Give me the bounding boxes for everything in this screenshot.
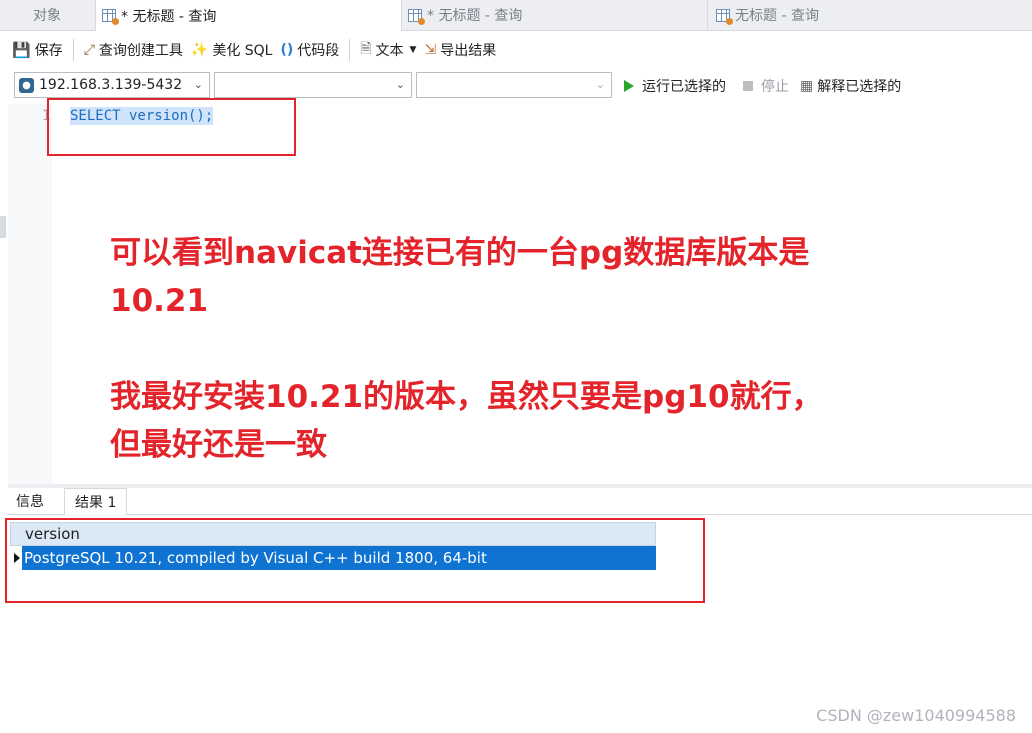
export-result-button[interactable]: ⇲ 导出结果 — [420, 35, 500, 65]
toolbar-divider — [72, 39, 74, 61]
annotation-line4: 但最好还是一致 — [110, 427, 327, 463]
save-button[interactable]: 💾 保存 — [8, 35, 67, 65]
highlight-box-result — [5, 518, 705, 603]
tab-objects[interactable]: 对象 — [0, 0, 94, 30]
run-selected-button[interactable]: 运行已选择的 — [624, 76, 726, 96]
run-selected-label: 运行已选择的 — [642, 79, 726, 95]
query-tab-icon — [716, 8, 733, 25]
beautify-sql-button[interactable]: ✨ 美化 SQL — [187, 35, 277, 65]
stop-label: 停止 — [761, 79, 789, 95]
tab-info[interactable]: 信息 — [16, 488, 44, 514]
tab-query-label: * 无标题 - 查询 — [121, 8, 217, 25]
tab-query-2[interactable]: * 无标题 - 查询 — [402, 0, 708, 30]
explain-selected-label: 解释已选择的 — [817, 79, 902, 95]
chevron-down-icon: ⌄ — [595, 78, 605, 91]
query-builder-label: 查询创建工具 — [98, 43, 183, 59]
text-button[interactable]: 🗎 文本 ▼ — [356, 35, 420, 65]
annotation-line3: 我最好安装10.21的版本，虽然只要是pg10就行， — [110, 379, 823, 415]
parentheses-icon: () — [280, 42, 294, 58]
main-toolbar: 💾 保存 ⤢ 查询创建工具 ✨ 美化 SQL () 代码段 🗎 文本 ▼ ⇲ 导… — [0, 31, 1032, 69]
chevron-down-icon: ⌄ — [193, 78, 203, 91]
stop-icon — [743, 81, 753, 91]
toolbar-divider — [349, 39, 351, 61]
query-tab-icon — [102, 9, 119, 25]
save-icon: 💾 — [12, 41, 31, 59]
export-result-label: 导出结果 — [440, 43, 497, 59]
watermark: CSDN @zew1040994588 — [816, 706, 1016, 725]
splitter-handle[interactable] — [0, 216, 6, 238]
beautify-sql-label: 美化 SQL — [212, 43, 273, 59]
annotation-line1: 可以看到navicat连接已有的一台pg数据库版本是 — [110, 235, 810, 271]
connection-value: 192.168.3.139-5432 — [39, 77, 183, 93]
tab-bar: 对象 * 无标题 - 查询 * 无标题 - 查询 无标题 - 查询 — [0, 0, 1032, 31]
play-icon — [624, 80, 634, 92]
magic-wand-icon: ✨ — [190, 42, 209, 58]
highlight-box-sql — [47, 98, 296, 156]
explain-icon: ▦ — [800, 78, 814, 94]
code-snippet-label: 代码段 — [297, 43, 340, 59]
query-tab-icon — [408, 8, 425, 25]
database-select[interactable]: ⌄ — [214, 72, 412, 98]
tab-result-1[interactable]: 结果 1 — [64, 488, 128, 515]
explain-selected-button[interactable]: ▦ 解释已选择的 — [800, 76, 901, 96]
postgres-elephant-icon: ● — [19, 77, 34, 93]
tab-query-label: 无标题 - 查询 — [735, 8, 819, 24]
results-tabs: 信息 结果 1 — [8, 488, 1032, 515]
query-builder-button[interactable]: ⤢ 查询创建工具 — [80, 35, 187, 65]
tab-objects-label: 对象 — [33, 8, 61, 24]
document-icon: 🗎 — [360, 41, 372, 57]
chevron-down-icon: ▼ — [409, 45, 417, 55]
tab-query-label: * 无标题 - 查询 — [427, 8, 523, 24]
schema-select[interactable]: ⌄ — [416, 72, 612, 98]
export-icon: ⇲ — [424, 42, 437, 58]
stop-button[interactable]: 停止 — [743, 76, 789, 96]
code-snippet-button[interactable]: () 代码段 — [276, 35, 343, 65]
chevron-down-icon: ⌄ — [395, 78, 405, 91]
connection-select[interactable]: ● 192.168.3.139-5432 ⌄ — [14, 72, 210, 98]
save-label: 保存 — [34, 43, 63, 59]
tab-query-active[interactable]: * 无标题 - 查询 — [95, 0, 402, 31]
text-label: 文本 — [375, 43, 404, 59]
annotation-line2: 10.21 — [110, 283, 209, 319]
tab-query-3[interactable]: 无标题 - 查询 — [710, 0, 1032, 30]
hammer-icon: ⤢ — [83, 42, 95, 58]
line-gutter — [8, 104, 52, 484]
